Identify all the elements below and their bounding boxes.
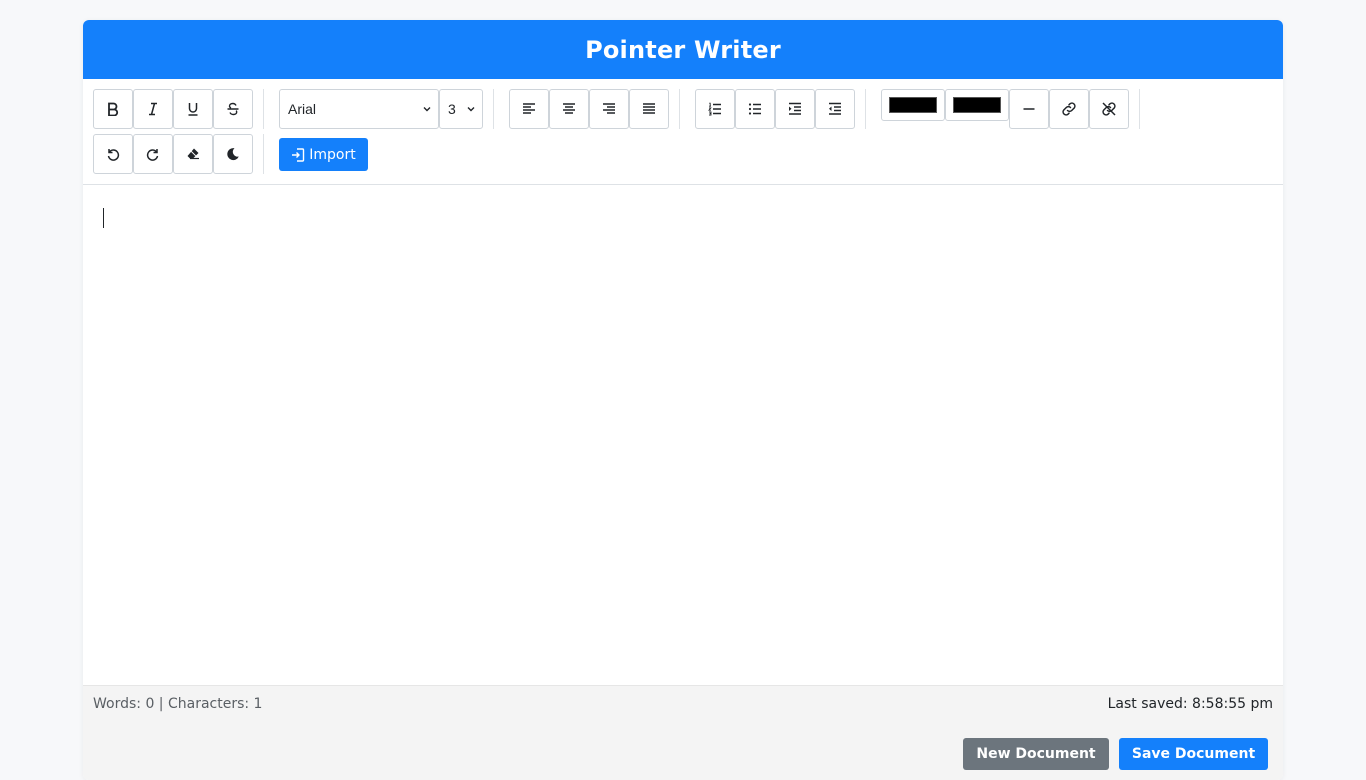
editor-area[interactable] [83,185,1283,685]
horizontal-rule-button[interactable] [1009,89,1049,129]
moon-icon [227,148,239,161]
align-center-icon [563,103,575,114]
italic-button[interactable] [133,89,173,129]
toolbar-separator [679,89,680,129]
align-right-icon [603,103,615,114]
bold-icon [108,102,119,116]
new-document-button[interactable]: New Document [963,738,1109,770]
underline-button[interactable] [173,89,213,129]
highlight-color-swatch [953,97,1001,113]
last-saved-time: Last saved: 8:58:55 pm [1107,696,1273,712]
font-size-value: 3 [448,101,456,117]
indent-button[interactable] [775,89,815,129]
chevron-down-icon [423,107,431,112]
remove-link-button[interactable] [1089,89,1129,129]
align-left-icon [523,103,535,114]
unordered-list-icon [748,103,761,115]
import-button[interactable]: Import [279,138,368,171]
save-document-button[interactable]: Save Document [1119,738,1268,770]
word-character-count: Words: 0 | Characters: 1 [93,696,263,712]
align-center-button[interactable] [549,89,589,129]
text-color-picker[interactable] [881,89,945,121]
text-color-swatch [889,97,937,113]
redo-icon [146,149,159,161]
text-cursor [103,208,104,228]
strikethrough-icon [227,102,239,116]
bold-button[interactable] [93,89,133,129]
font-family-select[interactable]: Arial [279,89,439,129]
justify-button[interactable] [629,89,669,129]
toolbar-separator [263,134,264,174]
import-icon [292,147,305,162]
insert-link-button[interactable] [1049,89,1089,129]
app-header: Pointer Writer [83,20,1283,79]
unordered-list-button[interactable] [735,89,775,129]
dark-mode-toggle[interactable] [213,134,253,174]
strikethrough-button[interactable] [213,89,253,129]
app-title: Pointer Writer [585,35,781,64]
clear-formatting-button[interactable] [173,134,213,174]
import-label: Import [309,146,356,163]
indent-icon [789,102,801,115]
outdent-icon [829,102,841,115]
eraser-icon [187,148,199,160]
redo-button[interactable] [133,134,173,174]
toolbar-separator [493,89,494,129]
font-size-select[interactable]: 3 [439,89,483,129]
toolbar-separator [263,89,264,129]
status-bar: Words: 0 | Characters: 1 Last saved: 8:5… [83,685,1283,780]
underline-icon [188,103,198,116]
link-icon [1062,102,1076,116]
toolbar-separator [1139,89,1140,129]
font-family-value: Arial [288,101,317,117]
horizontal-rule-icon [1023,108,1035,110]
toolbar: Arial 3 Import [83,79,1283,185]
ordered-list-button[interactable] [695,89,735,129]
outdent-button[interactable] [815,89,855,129]
app-window: Pointer Writer Arial 3 Import Words: 0 |… [83,20,1283,780]
undo-button[interactable] [93,134,133,174]
undo-icon [107,149,120,161]
italic-icon [149,102,157,116]
ordered-list-icon [708,102,721,116]
unlink-icon [1102,102,1116,116]
toolbar-separator [865,89,866,129]
chevron-down-icon [467,107,475,112]
align-right-button[interactable] [589,89,629,129]
align-left-button[interactable] [509,89,549,129]
highlight-color-picker[interactable] [945,89,1009,121]
justify-icon [643,103,655,114]
